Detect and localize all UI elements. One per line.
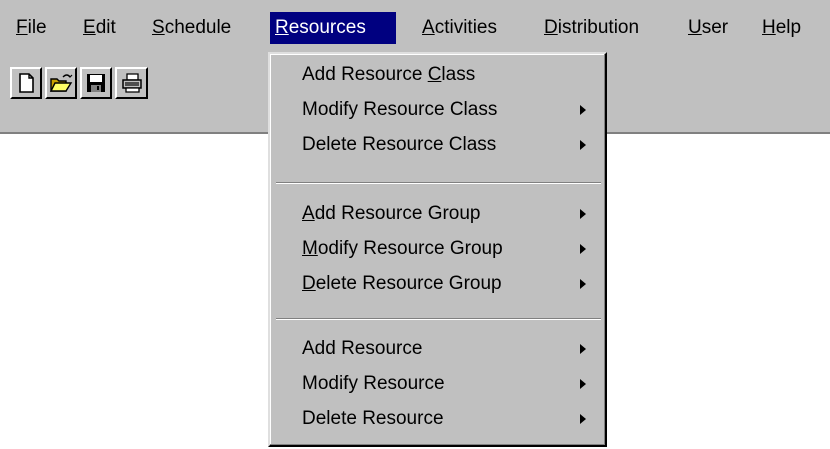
menu-item-label: Delete Resource Group — [302, 273, 502, 294]
submenu-arrow-icon — [580, 379, 586, 389]
menu-user[interactable]: User — [682, 12, 734, 44]
toolbar-partial-button — [155, 68, 165, 98]
menu-edit[interactable]: Edit — [77, 12, 122, 44]
menu-item-label: Modify Resource Class — [302, 99, 498, 120]
menu-help-mnemonic: H — [762, 17, 776, 38]
menu-help-label: elp — [775, 17, 802, 38]
menu-distribution[interactable]: Distribution — [538, 12, 645, 44]
menu-item-label: Add Resource Group — [302, 203, 481, 224]
menu-item-label: Delete Resource Class — [302, 134, 497, 155]
menu-item-label: Add Resource Class — [302, 64, 476, 85]
menu-file[interactable]: File — [10, 12, 53, 44]
menu-resources[interactable]: Resources — [270, 12, 396, 44]
menu-user-label: ser — [701, 17, 729, 38]
menu-separator — [276, 182, 601, 184]
menu-distribution-label: istribution — [557, 17, 640, 38]
menu-item-add-resource-group[interactable]: Add Resource Group — [270, 197, 605, 231]
menu-schedule[interactable]: Schedule — [146, 12, 237, 44]
menu-help[interactable]: Help — [756, 12, 807, 44]
open-folder-icon — [49, 74, 73, 92]
menu-item-label: Delete Resource — [302, 408, 444, 429]
menu-item-delete-resource[interactable]: Delete Resource — [270, 402, 605, 436]
menu-user-mnemonic: U — [688, 17, 702, 38]
menu-item-label: Modify Resource — [302, 373, 445, 394]
menu-item-delete-resource-class[interactable]: Delete Resource Class — [270, 128, 605, 162]
menu-file-mnemonic: F — [16, 17, 28, 38]
menu-activities-label: ctivities — [434, 17, 497, 38]
menu-item-add-resource[interactable]: Add Resource — [270, 332, 605, 366]
menu-resources-mnemonic: R — [275, 17, 289, 38]
menu-item-modify-resource[interactable]: Modify Resource — [270, 367, 605, 401]
menu-activities-mnemonic: A — [422, 17, 435, 38]
open-button[interactable] — [45, 67, 77, 99]
menu-edit-label: dit — [95, 17, 116, 38]
menu-activities[interactable]: Activities — [416, 12, 503, 44]
menu-schedule-mnemonic: S — [152, 17, 165, 38]
menu-separator — [276, 318, 601, 320]
save-disk-icon — [87, 74, 105, 92]
menu-file-label: ile — [27, 17, 47, 38]
submenu-arrow-icon — [580, 140, 586, 150]
submenu-arrow-icon — [580, 414, 586, 424]
resources-dropdown-menu: Add Resource Class Modify Resource Class… — [268, 52, 607, 447]
menu-resources-label: esources — [288, 17, 366, 38]
submenu-arrow-icon — [580, 209, 586, 219]
save-button[interactable] — [80, 67, 112, 99]
menu-item-modify-resource-group[interactable]: Modify Resource Group — [270, 232, 605, 266]
menu-item-label: Add Resource — [302, 338, 423, 359]
print-icon — [121, 73, 142, 93]
new-button[interactable] — [10, 67, 42, 99]
menu-item-add-resource-class[interactable]: Add Resource Class — [270, 58, 605, 92]
print-button[interactable] — [115, 67, 148, 99]
new-file-icon — [19, 73, 34, 93]
menu-distribution-mnemonic: D — [544, 17, 558, 38]
submenu-arrow-icon — [580, 105, 586, 115]
menu-item-delete-resource-group[interactable]: Delete Resource Group — [270, 267, 605, 301]
menu-schedule-label: chedule — [164, 17, 232, 38]
submenu-arrow-icon — [580, 279, 586, 289]
menu-item-modify-resource-class[interactable]: Modify Resource Class — [270, 93, 605, 127]
menu-bar: File Edit Schedule Resources Activities … — [0, 0, 830, 50]
submenu-arrow-icon — [580, 344, 586, 354]
submenu-arrow-icon — [580, 244, 586, 254]
menu-edit-mnemonic: E — [83, 17, 96, 38]
menu-item-label: Modify Resource Group — [302, 238, 503, 259]
